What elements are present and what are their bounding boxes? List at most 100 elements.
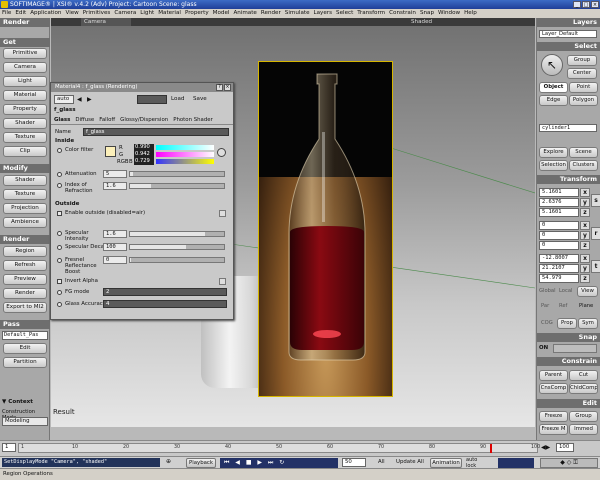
scale-x-label[interactable]: x <box>580 188 590 197</box>
ior-field[interactable]: 1.6 <box>103 182 127 190</box>
rot-y-label[interactable]: y <box>580 231 590 240</box>
export-mi2-button[interactable]: Export to MI2 <box>3 302 47 313</box>
rot-z-field[interactable]: 0 <box>539 241 579 250</box>
tab-falloff[interactable]: Falloff <box>99 116 115 124</box>
parent-button[interactable]: Parent <box>539 370 568 381</box>
selection-button[interactable]: Selection <box>539 160 568 171</box>
timeline-end-field[interactable]: 100 <box>556 443 574 452</box>
ior-slider[interactable] <box>129 183 225 189</box>
trans-z-field[interactable]: 54.979 <box>539 274 579 283</box>
get-material-button[interactable]: Material <box>3 90 47 101</box>
render-region[interactable] <box>258 61 393 397</box>
menu-light[interactable]: Light <box>140 9 154 18</box>
menu-application[interactable]: Application <box>30 9 61 18</box>
playback-controls[interactable]: ⏮ ◀ ■ ▶ ⏭ ↻ <box>220 458 338 468</box>
chldcomp-button[interactable]: ChldComp <box>569 383 598 394</box>
polygon-button[interactable]: Polygon <box>569 95 598 106</box>
menu-camera[interactable]: Camera <box>114 9 136 18</box>
pass-field[interactable]: Default_Pas <box>2 331 48 340</box>
dialog-title[interactable]: Material4 : f_glass (Rendering) <box>51 83 233 92</box>
g-slider[interactable] <box>156 152 214 157</box>
rot-y-field[interactable]: 0 <box>539 231 579 240</box>
freeze-m-button[interactable]: Freeze M <box>539 424 568 435</box>
attenuation-anim[interactable] <box>57 172 62 177</box>
timeline[interactable]: 1 1 10 20 30 40 50 60 70 80 90 100 100 ◀▶ <box>0 440 600 456</box>
arrow-left-icon[interactable]: ◀ <box>77 96 82 103</box>
get-shader-button[interactable]: Shader <box>3 118 47 129</box>
get-property-button[interactable]: Property <box>3 104 47 115</box>
all-option[interactable]: All <box>378 459 385 465</box>
close-button[interactable]: × <box>591 1 599 8</box>
construction-mode-select[interactable]: Modeling <box>2 417 48 426</box>
menu-primitives[interactable]: Primitives <box>83 9 111 18</box>
b-slider[interactable] <box>156 159 214 164</box>
tab-glossy[interactable]: Glossy/Dispersion <box>120 116 168 124</box>
outside-expand-icon[interactable] <box>219 210 226 217</box>
clusters-button[interactable]: Clusters <box>569 160 598 171</box>
cut-button[interactable]: Cut <box>569 370 598 381</box>
spec-int-field[interactable]: 1.6 <box>103 230 127 238</box>
menu-transform[interactable]: Transform <box>357 9 385 18</box>
rot-x-field[interactable]: 0 <box>539 221 579 230</box>
dialog-close-icon[interactable]: × <box>224 84 231 91</box>
menu-layers[interactable]: Layers <box>314 9 333 18</box>
spec-decay-slider[interactable] <box>129 244 225 250</box>
tab-diffuse[interactable]: Diffuse <box>75 116 94 124</box>
modify-texture-button[interactable]: Texture <box>3 189 47 200</box>
menu-constrain[interactable]: Constrain <box>389 9 416 18</box>
view-button[interactable]: View <box>577 286 598 297</box>
spec-decay-field[interactable]: 100 <box>103 243 127 251</box>
invert-alpha-expand-icon[interactable] <box>219 278 226 285</box>
trans-y-field[interactable]: 21.2107 <box>539 264 579 273</box>
scale-y-field[interactable]: 2.6376 <box>539 198 579 207</box>
invert-alpha-checkbox[interactable] <box>57 279 62 284</box>
pass-partition-button[interactable]: Partition <box>3 357 47 368</box>
timeline-start-field[interactable]: 1 <box>2 443 16 452</box>
group-button[interactable]: Group <box>567 55 597 66</box>
frame-field[interactable]: 50 <box>342 458 366 467</box>
fg-mode-field[interactable]: 2 <box>103 288 227 296</box>
select-arrow-icon[interactable]: ↖ <box>541 54 563 76</box>
sym-button[interactable]: Sym <box>578 318 598 329</box>
selection-field[interactable]: cylinder1 <box>539 124 597 132</box>
ior-anim[interactable] <box>57 183 62 188</box>
key-icon[interactable]: ⊕ <box>166 458 171 465</box>
timeline-track[interactable]: 1 10 20 30 40 50 60 70 80 90 100 <box>18 443 540 453</box>
get-texture-button[interactable]: Texture <box>3 132 47 143</box>
tab-glass[interactable]: Glass <box>54 116 70 124</box>
ref-toggle[interactable]: Ref <box>559 303 567 309</box>
menu-window[interactable]: Window <box>438 9 460 18</box>
timeline-arrow-icon[interactable]: ◀▶ <box>541 444 550 451</box>
auto-select[interactable]: auto <box>54 95 74 104</box>
prop-button[interactable]: Prop <box>557 318 577 329</box>
scale-x-field[interactable]: 5.1601 <box>539 188 579 197</box>
menu-simulate[interactable]: Simulate <box>285 9 310 18</box>
layer-select[interactable]: Layer_Default <box>539 30 597 38</box>
rot-x-label[interactable]: x <box>580 221 590 230</box>
update-all-option[interactable]: Update All <box>396 459 424 465</box>
glass-accuracy-field[interactable]: 4 <box>103 300 227 308</box>
menu-snap[interactable]: Snap <box>420 9 434 18</box>
trans-y-label[interactable]: y <box>580 264 590 273</box>
plane-toggle[interactable]: Plane <box>579 303 593 309</box>
context-toggle[interactable]: ▼ Context <box>2 399 33 405</box>
scale-z-field[interactable]: 5.1601 <box>539 208 579 217</box>
menu-edit[interactable]: Edit <box>15 9 26 18</box>
scale-y-label[interactable]: y <box>580 198 590 207</box>
get-primitive-button[interactable]: Primitive <box>3 48 47 59</box>
attenuation-slider[interactable] <box>129 171 225 177</box>
command-line[interactable]: SetDisplayMode "Camera", "shaded" <box>2 458 160 467</box>
menu-file[interactable]: File <box>2 9 11 18</box>
snap-on-toggle[interactable]: ON <box>539 345 548 351</box>
fresnel-slider[interactable] <box>129 257 225 263</box>
cnscomp-button[interactable]: CnsComp <box>539 383 568 394</box>
immed-button[interactable]: Immed <box>569 424 598 435</box>
group-edit-button[interactable]: Group <box>569 411 598 422</box>
trans-z-label[interactable]: z <box>580 274 590 283</box>
b-value[interactable]: 0.729 <box>134 158 154 165</box>
fresnel-field[interactable]: 0 <box>103 256 127 264</box>
rot-z-label[interactable]: z <box>580 241 590 250</box>
minimize-button[interactable]: _ <box>573 1 581 8</box>
get-camera-button[interactable]: Camera <box>3 62 47 73</box>
trans-x-label[interactable]: x <box>580 254 590 263</box>
